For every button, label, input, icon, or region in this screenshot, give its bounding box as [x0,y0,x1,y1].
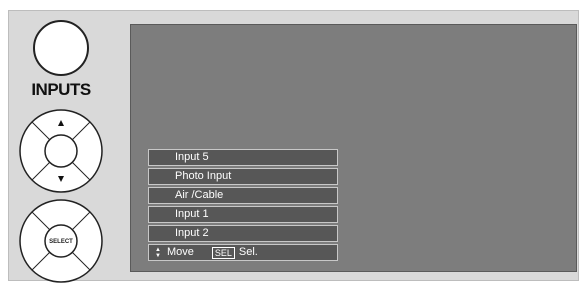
input-menu: Input 5 Photo Input Air /Cable Input 1 I… [148,149,338,261]
menu-item-air-cable[interactable]: Air /Cable [148,187,338,204]
menu-hint-bar: ▲ ▼ Move SEL Sel. [148,244,338,261]
menu-item-input-1[interactable]: Input 1 [148,206,338,223]
menu-item-input-5[interactable]: Input 5 [148,149,338,166]
select-dpad[interactable]: SELECT [18,198,104,284]
menu-item-photo-input[interactable]: Photo Input [148,168,338,185]
select-label: SELECT [49,239,73,245]
inputs-label: INPUTS [31,80,91,99]
inputs-button[interactable] [33,20,89,76]
sel-hint-label: Sel. [238,246,258,258]
sel-key-icon: SEL [211,246,235,259]
move-hint-label: Move [166,246,194,258]
up-down-arrows-icon: ▲ ▼ [155,246,161,259]
navigation-dpad[interactable] [18,108,104,194]
menu-item-input-2[interactable]: Input 2 [148,225,338,242]
center-button [44,134,78,168]
